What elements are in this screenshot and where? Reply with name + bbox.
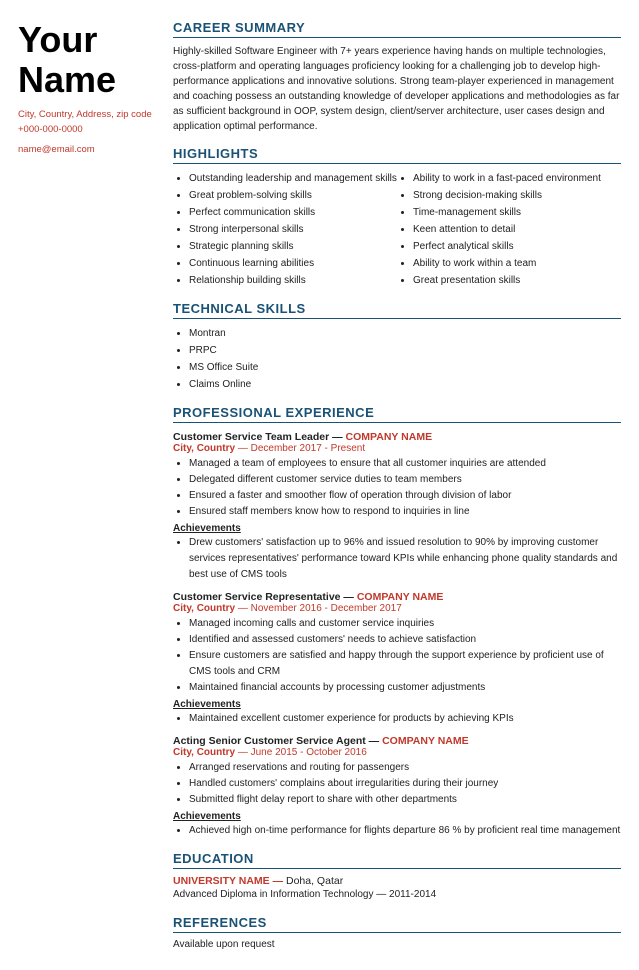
achievement-item: Drew customers' satisfaction up to 96% a…: [189, 535, 621, 583]
tech-skill-item: Montran: [189, 325, 621, 342]
references-title: REFERENCES: [173, 915, 621, 933]
highlights-right-list: Ability to work in a fast-paced environm…: [397, 170, 621, 289]
job-entry: Customer Service Team Leader — COMPANY N…: [173, 431, 621, 583]
achievement-item: Achieved high on-time performance for fl…: [189, 823, 621, 839]
achievement-item: Maintained excellent customer experience…: [189, 711, 621, 727]
highlight-item: Perfect communication skills: [189, 204, 397, 221]
contact-info: City, Country, Address, zip code +000-00…: [18, 107, 153, 157]
highlight-item: Perfect analytical skills: [413, 238, 621, 255]
highlights-title: HIGHLIGHTS: [173, 146, 621, 164]
career-summary-text: Highly-skilled Software Engineer with 7+…: [173, 44, 621, 134]
company-name: COMPANY NAME: [357, 591, 444, 603]
achievements-label: Achievements: [173, 523, 621, 534]
job-title: Customer Service Representative — COMPAN…: [173, 591, 621, 603]
duty-item: Managed incoming calls and customer serv…: [189, 616, 621, 632]
duty-item: Arranged reservations and routing for pa…: [189, 760, 621, 776]
highlight-item: Ability to work within a team: [413, 255, 621, 272]
job-duties: Managed incoming calls and customer serv…: [173, 616, 621, 696]
tech-skill-item: MS Office Suite: [189, 359, 621, 376]
education-title: EDUCATION: [173, 851, 621, 869]
duty-item: Ensured a faster and smoother flow of op…: [189, 488, 621, 504]
achievements-list-container: Maintained excellent customer experience…: [173, 711, 621, 727]
technical-skills-list: MontranPRPCMS Office SuiteClaims Online: [173, 325, 621, 393]
technical-skills-list-container: MontranPRPCMS Office SuiteClaims Online: [173, 325, 621, 393]
university-name: UNIVERSITY NAME — Doha, Qatar: [173, 875, 621, 887]
job-title: Customer Service Team Leader — COMPANY N…: [173, 431, 621, 443]
duty-item: Delegated different customer service dut…: [189, 472, 621, 488]
duty-item: Handled customers' complains about irreg…: [189, 776, 621, 792]
duty-item: Identified and assessed customers' needs…: [189, 632, 621, 648]
company-name: COMPANY NAME: [382, 735, 469, 747]
career-summary-title: CAREER SUMMARY: [173, 20, 621, 38]
first-name: Your: [18, 19, 97, 60]
company-name: COMPANY NAME: [346, 431, 433, 443]
job-title: Acting Senior Customer Service Agent — C…: [173, 735, 621, 747]
education-degree: Advanced Diploma in Information Technolo…: [173, 887, 621, 903]
highlight-item: Strategic planning skills: [189, 238, 397, 255]
highlights-grid: Outstanding leadership and management sk…: [173, 170, 621, 289]
full-name: Your Name: [18, 20, 153, 99]
job-duties: Arranged reservations and routing for pa…: [173, 760, 621, 808]
highlight-item: Outstanding leadership and management sk…: [189, 170, 397, 187]
tech-skill-item: PRPC: [189, 342, 621, 359]
references-text: Available upon request: [173, 939, 621, 950]
job-duties: Managed a team of employees to ensure th…: [173, 456, 621, 520]
last-name: Name: [18, 59, 116, 100]
achievements-label: Achievements: [173, 699, 621, 710]
highlight-item: Time-management skills: [413, 204, 621, 221]
duty-item: Ensured staff members know how to respon…: [189, 504, 621, 520]
highlight-item: Keen attention to detail: [413, 221, 621, 238]
highlight-item: Relationship building skills: [189, 272, 397, 289]
tech-skill-item: Claims Online: [189, 376, 621, 393]
email: name@email.com: [18, 142, 153, 157]
highlight-item: Ability to work in a fast-paced environm…: [413, 170, 621, 187]
achievements-list-container: Achieved high on-time performance for fl…: [173, 823, 621, 839]
jobs-container: Customer Service Team Leader — COMPANY N…: [173, 431, 621, 839]
job-entry: Acting Senior Customer Service Agent — C…: [173, 735, 621, 839]
achievements-list-container: Drew customers' satisfaction up to 96% a…: [173, 535, 621, 583]
duty-item: Maintained financial accounts by process…: [189, 680, 621, 696]
duty-item: Submitted flight delay report to share w…: [189, 792, 621, 808]
highlight-item: Strong interpersonal skills: [189, 221, 397, 238]
job-location: City, Country — June 2015 - October 2016: [173, 747, 621, 758]
highlight-item: Great presentation skills: [413, 272, 621, 289]
technical-skills-title: TECHNICAL SKILLS: [173, 301, 621, 319]
highlights-left-col: Outstanding leadership and management sk…: [173, 170, 397, 289]
job-location: City, Country — November 2016 - December…: [173, 603, 621, 614]
highlight-item: Continuous learning abilities: [189, 255, 397, 272]
achievements-label: Achievements: [173, 811, 621, 822]
job-location: City, Country — December 2017 - Present: [173, 443, 621, 454]
duty-item: Managed a team of employees to ensure th…: [189, 456, 621, 472]
address: City, Country, Address, zip code: [18, 107, 153, 122]
job-entry: Customer Service Representative — COMPAN…: [173, 591, 621, 727]
highlight-item: Great problem-solving skills: [189, 187, 397, 204]
phone: +000-000-0000: [18, 122, 153, 137]
highlight-item: Strong decision-making skills: [413, 187, 621, 204]
duty-item: Ensure customers are satisfied and happy…: [189, 648, 621, 680]
professional-experience-title: PROFESSIONAL EXPERIENCE: [173, 405, 621, 423]
highlights-right-col: Ability to work in a fast-paced environm…: [397, 170, 621, 289]
highlights-left-list: Outstanding leadership and management sk…: [173, 170, 397, 289]
